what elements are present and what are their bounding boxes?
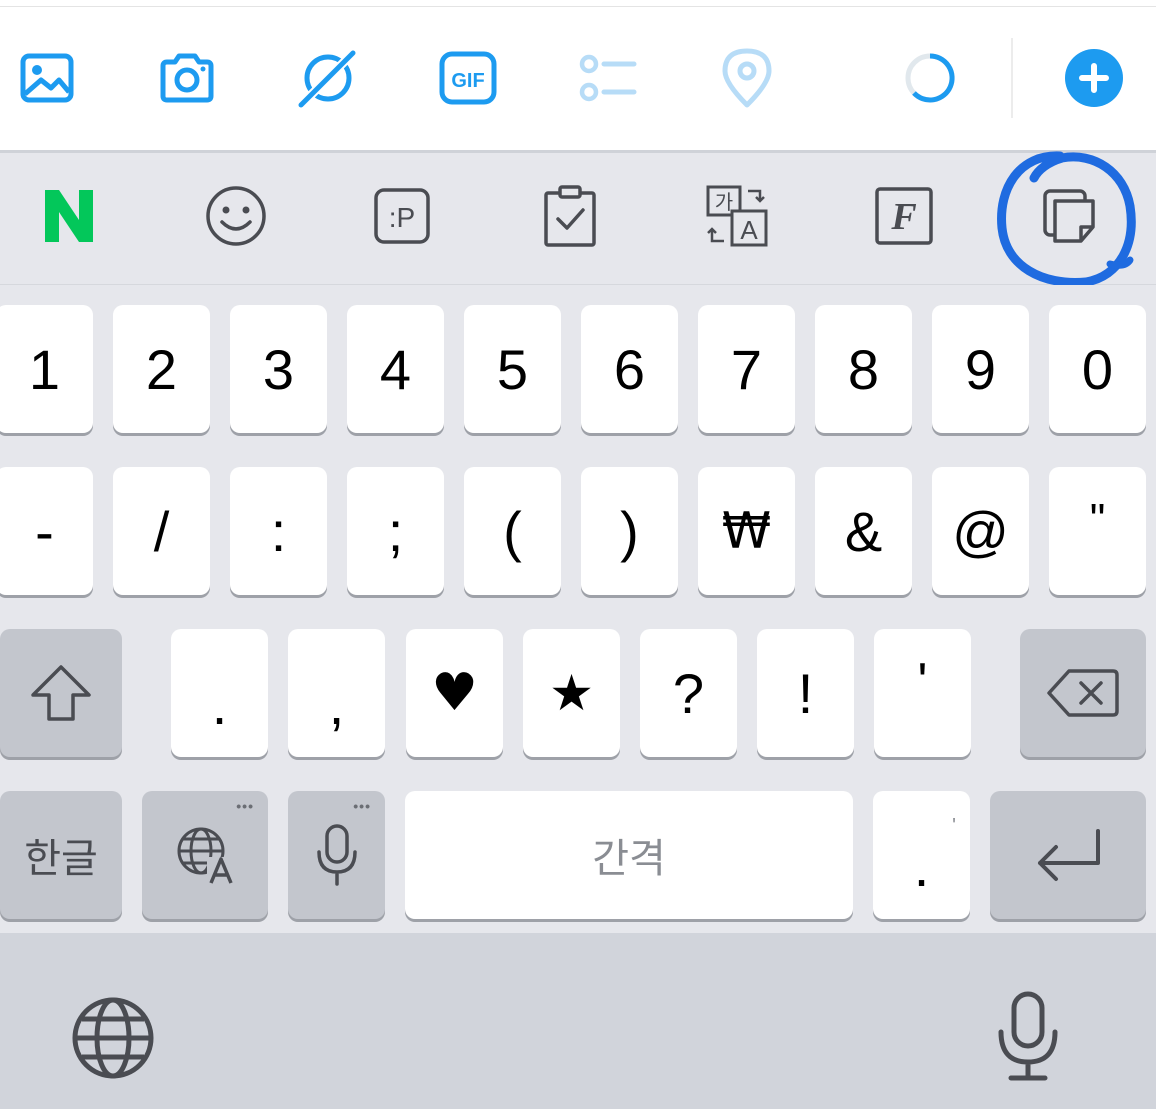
key-label: ' [917, 653, 928, 711]
return-key[interactable] [990, 791, 1146, 919]
key-label: ! [797, 661, 814, 725]
emoji-icon[interactable] [203, 183, 269, 249]
character-count-ring-icon [899, 47, 961, 109]
key-label: 한글 [24, 836, 98, 882]
return-icon [1038, 829, 1100, 881]
key-label: & [844, 499, 883, 563]
shift-key[interactable] [0, 629, 122, 757]
gif-icon[interactable]: GIF [437, 47, 499, 109]
key-colon[interactable]: : [230, 467, 327, 595]
location-icon [716, 47, 778, 109]
microphone-icon[interactable] [995, 990, 1061, 1082]
key-label: @ [952, 499, 1009, 563]
translate-label-top: 가 [715, 190, 733, 214]
key-7[interactable]: 7 [698, 305, 795, 433]
key-label: 9 [964, 337, 997, 401]
key-slash[interactable]: / [113, 467, 210, 595]
more-options-dots: ••• [236, 798, 254, 814]
key-apostrophe[interactable]: ' [874, 629, 971, 757]
key-left-paren[interactable]: ( [464, 467, 561, 595]
font-icon[interactable]: F [871, 183, 937, 249]
system-bottom-bar [0, 933, 1156, 1109]
key-1[interactable]: 1 [0, 305, 93, 433]
key-0[interactable]: 0 [1049, 305, 1146, 433]
key-label: 0 [1081, 337, 1114, 401]
key-label: . [913, 834, 930, 898]
key-comma[interactable]: , [288, 629, 385, 757]
key-label: 3 [262, 337, 295, 401]
backspace-icon [1047, 669, 1119, 717]
key-label: 5 [496, 337, 529, 401]
translate-label-bottom: A [740, 215, 758, 245]
space-key[interactable]: 간격 [405, 791, 853, 919]
globe-translate-icon [177, 827, 235, 885]
globe-icon[interactable] [70, 995, 156, 1081]
backspace-key[interactable] [1020, 629, 1146, 757]
font-label: F [890, 196, 916, 238]
image-icon[interactable] [16, 47, 78, 109]
key-label: 2 [145, 337, 178, 401]
key-hyphen[interactable]: - [0, 467, 93, 595]
key-star[interactable]: ★ [523, 629, 620, 757]
sticker-icon[interactable]: :P [369, 183, 435, 249]
naver-icon[interactable] [36, 183, 102, 249]
period-key[interactable]: . ' [873, 791, 970, 919]
key-quote[interactable]: " [1049, 467, 1146, 595]
key-4[interactable]: 4 [347, 305, 444, 433]
key-label: ( [503, 499, 522, 563]
key-label: ) [620, 499, 639, 563]
spark-icon[interactable] [297, 47, 359, 109]
poll-icon [576, 47, 638, 109]
key-won[interactable]: ₩ [698, 467, 795, 595]
key-label: 8 [847, 337, 880, 401]
key-label: 간격 [592, 836, 666, 882]
key-label: ★ [549, 664, 594, 722]
key-label: ♥ [431, 663, 478, 723]
clipboard-check-icon[interactable] [537, 183, 603, 249]
microphone-icon [316, 824, 357, 886]
key-question[interactable]: ? [640, 629, 737, 757]
key-label: / [153, 499, 170, 563]
key-label: 4 [379, 337, 412, 401]
key-6[interactable]: 6 [581, 305, 678, 433]
camera-icon[interactable] [156, 47, 218, 109]
toolbar-top-divider [0, 6, 1156, 7]
key-label: ₩ [721, 502, 772, 560]
sticker-label: :P [389, 202, 415, 233]
key-at[interactable]: @ [932, 467, 1029, 595]
toolbar-divider [1011, 38, 1013, 118]
key-3[interactable]: 3 [230, 305, 327, 433]
shift-icon [31, 665, 91, 721]
more-options-dots: ••• [353, 798, 371, 814]
key-heart[interactable]: ♥ [406, 629, 503, 757]
gif-label: GIF [451, 70, 484, 92]
key-semicolon[interactable]: ; [347, 467, 444, 595]
key-label: 7 [730, 337, 763, 401]
key-right-paren[interactable]: ) [581, 467, 678, 595]
key-8[interactable]: 8 [815, 305, 912, 433]
key-5[interactable]: 5 [464, 305, 561, 433]
key-label: " [1089, 495, 1106, 544]
key-label: 1 [28, 337, 61, 401]
hangul-switch-key[interactable]: 한글 [0, 791, 122, 919]
key-period[interactable]: . [171, 629, 268, 757]
key-alt-label: ' [952, 815, 956, 837]
highlight-circle [997, 151, 1136, 287]
key-label: ; [387, 499, 404, 563]
language-globe-key[interactable]: ••• [142, 791, 268, 919]
key-exclamation[interactable]: ! [757, 629, 854, 757]
key-label: - [35, 499, 54, 563]
key-ampersand[interactable]: & [815, 467, 912, 595]
key-9[interactable]: 9 [932, 305, 1029, 433]
add-icon[interactable] [1063, 47, 1125, 109]
key-label: 6 [613, 337, 646, 401]
key-label: . [211, 672, 228, 736]
dictation-key[interactable]: ••• [288, 791, 385, 919]
key-label: : [270, 499, 287, 563]
key-label: ? [672, 661, 705, 725]
key-2[interactable]: 2 [113, 305, 210, 433]
key-label: , [328, 672, 345, 736]
translate-icon[interactable]: 가A [704, 183, 770, 249]
